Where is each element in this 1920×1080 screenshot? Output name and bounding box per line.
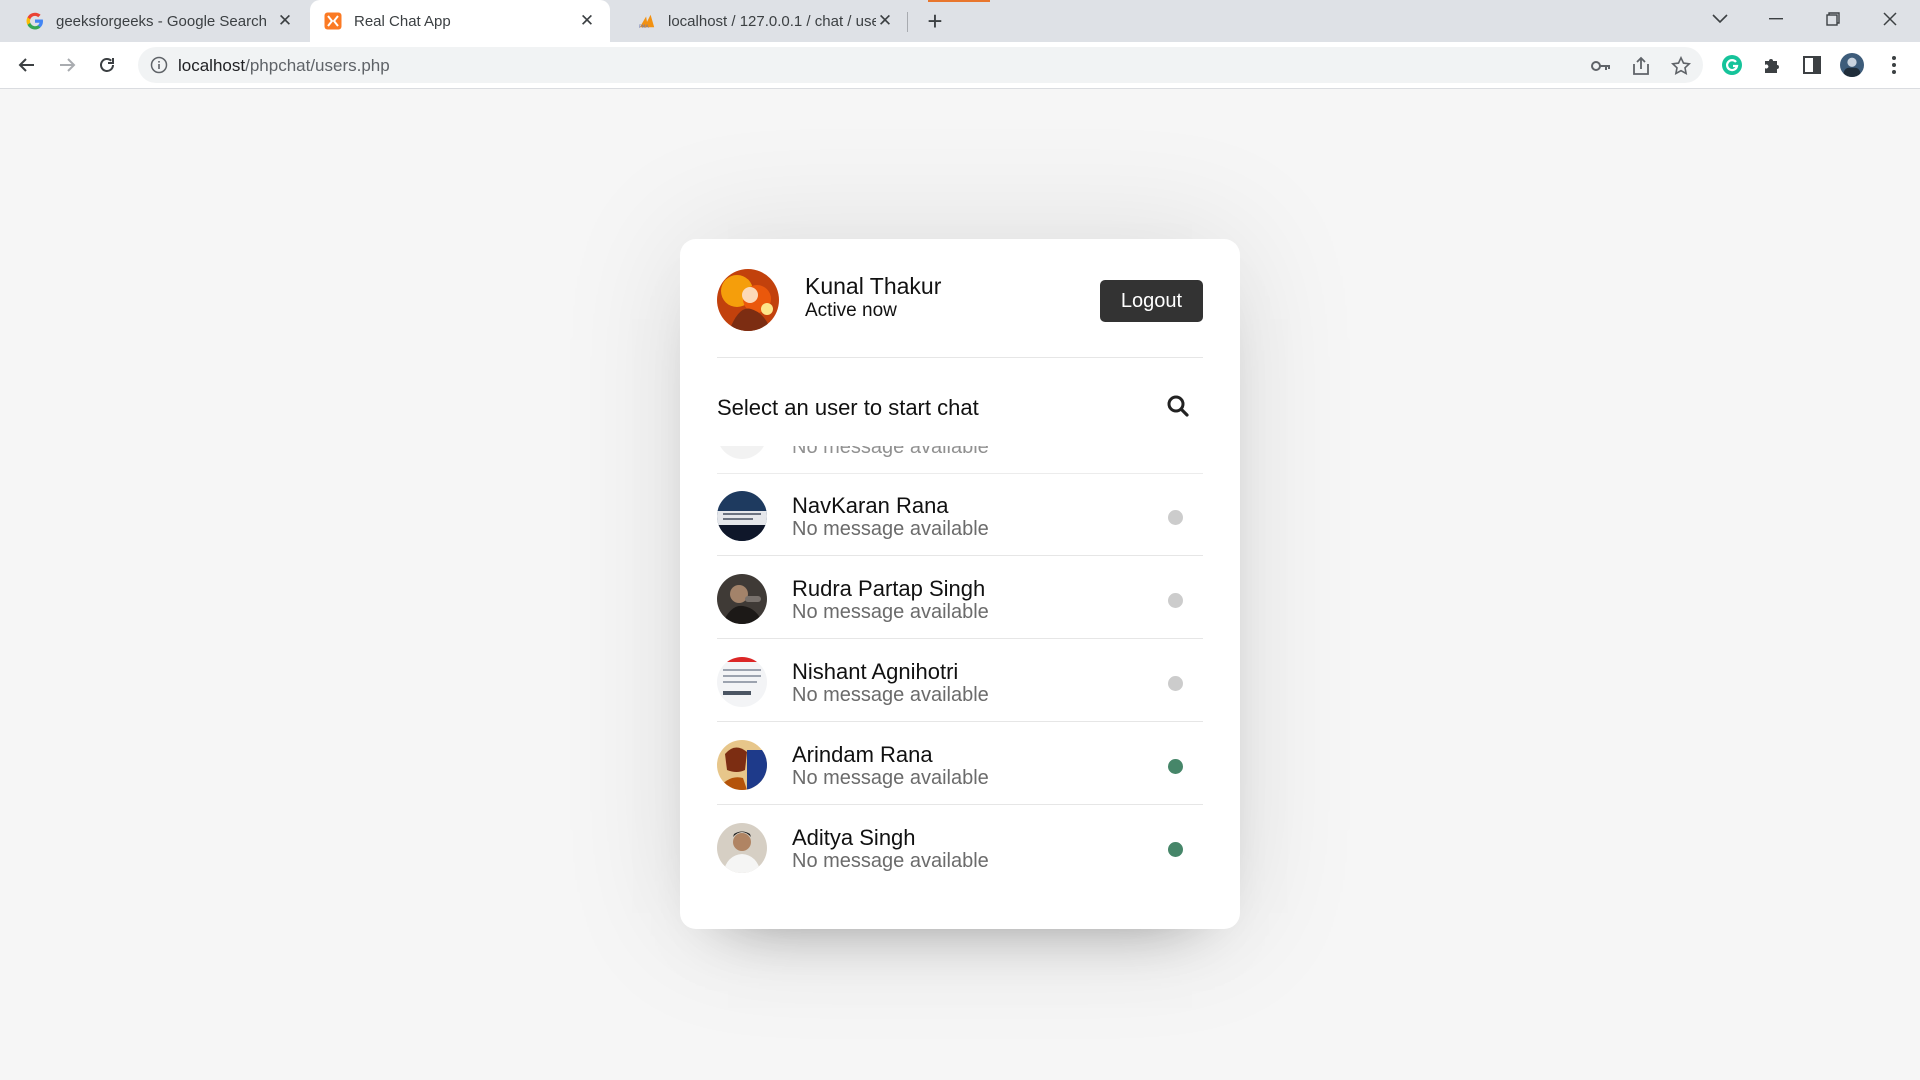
url-path: /phpchat/users.php xyxy=(245,56,390,75)
close-icon xyxy=(1883,12,1897,26)
reload-button[interactable] xyxy=(94,52,120,78)
tab-separator xyxy=(907,12,908,32)
user-avatar xyxy=(717,574,767,624)
current-user-status: Active now xyxy=(805,300,897,321)
tab-title: Real Chat App xyxy=(354,12,451,30)
tab-title: geeksforgeeks - Google Search xyxy=(56,12,267,30)
xampp-icon xyxy=(324,12,342,30)
browser-tab-phpmyadmin[interactable]: PMA localhost / 127.0.0.1 / chat / user … xyxy=(612,0,908,42)
key-icon[interactable] xyxy=(1591,56,1611,76)
extensions-puzzle-icon[interactable] xyxy=(1760,53,1784,77)
user-last-message: No message available xyxy=(792,446,989,458)
user-last-message: No message available xyxy=(792,767,989,789)
user-name: Arindam Rana xyxy=(792,742,933,767)
user-avatar xyxy=(717,823,767,873)
close-icon[interactable]: ✕ xyxy=(578,11,596,30)
current-user-avatar xyxy=(717,269,779,331)
browser-toolbar: localhost/phpchat/users.php xyxy=(0,42,1920,89)
close-window-button[interactable] xyxy=(1867,0,1913,38)
user-avatar xyxy=(717,740,767,790)
user-name: NavKaran Rana xyxy=(792,493,949,518)
close-icon[interactable]: ✕ xyxy=(276,11,294,30)
online-status-dot xyxy=(1168,759,1183,774)
new-tab-button[interactable]: + xyxy=(922,8,948,35)
side-panel-icon[interactable] xyxy=(1800,53,1824,77)
user-list-item[interactable]: Aditya Singh No message available xyxy=(717,805,1203,887)
tab-title: localhost / 127.0.0.1 / chat / user xyxy=(668,12,876,30)
share-icon[interactable] xyxy=(1631,56,1651,76)
profile-avatar-icon[interactable] xyxy=(1840,53,1864,77)
chevron-down-icon xyxy=(1712,14,1728,24)
tab-search-button[interactable] xyxy=(1697,0,1743,38)
current-user-header: Kunal Thakur Active now Logout xyxy=(717,269,1203,358)
search-bar: Select an user to start chat xyxy=(717,387,1203,427)
logout-button[interactable]: Logout xyxy=(1100,280,1203,322)
forward-arrow-icon xyxy=(60,58,76,72)
user-list-item[interactable]: No message available xyxy=(717,446,1203,474)
browser-tab-real-chat-app[interactable]: Real Chat App ✕ xyxy=(310,0,610,42)
browser-tab-google[interactable]: geeksforgeeks - Google Search ✕ xyxy=(0,0,308,42)
user-name: Nishant Agnihotri xyxy=(792,659,959,684)
minimize-icon xyxy=(1769,18,1783,20)
back-arrow-icon xyxy=(18,58,34,72)
grammarly-icon[interactable] xyxy=(1720,53,1744,77)
user-list-item[interactable]: Arindam Rana No message available xyxy=(717,722,1203,805)
user-name: Aditya Singh xyxy=(792,825,916,850)
user-avatar xyxy=(717,657,767,707)
user-name: Rudra Partap Singh xyxy=(792,576,986,601)
loading-indicator xyxy=(928,0,990,2)
user-last-message: No message available xyxy=(792,684,989,706)
reload-icon xyxy=(100,58,114,72)
browser-tab-strip: geeksforgeeks - Google Search ✕ Real Cha… xyxy=(0,0,1920,42)
user-last-message: No message available xyxy=(792,850,989,872)
user-list-item[interactable]: Rudra Partap Singh No message available xyxy=(717,556,1203,639)
user-avatar xyxy=(717,446,767,459)
close-icon[interactable]: ✕ xyxy=(876,11,894,30)
user-list-item[interactable]: Nishant Agnihotri No message available xyxy=(717,639,1203,722)
current-user-name: Kunal Thakur xyxy=(805,273,942,299)
kebab-menu-icon[interactable] xyxy=(1882,53,1906,77)
online-status-dot xyxy=(1168,842,1183,857)
back-button[interactable] xyxy=(14,52,40,78)
offline-status-dot xyxy=(1168,593,1183,608)
bookmark-star-icon[interactable] xyxy=(1671,56,1691,76)
user-last-message: No message available xyxy=(792,518,989,540)
restore-icon xyxy=(1826,12,1840,26)
forward-button[interactable] xyxy=(54,52,80,78)
user-list-item[interactable]: NavKaran Rana No message available xyxy=(717,473,1203,556)
users-list: No message available NavKaran Rana No me… xyxy=(717,446,1203,906)
user-last-message: No message available xyxy=(792,601,989,623)
phpmyadmin-icon: PMA xyxy=(638,12,656,30)
search-button[interactable] xyxy=(1163,391,1193,421)
offline-status-dot xyxy=(1168,510,1183,525)
url-text: localhost/phpchat/users.php xyxy=(178,56,390,76)
svg-text:PMA: PMA xyxy=(639,24,650,30)
google-icon xyxy=(26,12,44,30)
url-host: localhost xyxy=(178,56,246,75)
site-info-icon[interactable] xyxy=(150,56,168,74)
search-prompt: Select an user to start chat xyxy=(717,395,979,420)
address-bar[interactable]: localhost/phpchat/users.php xyxy=(138,47,1703,83)
user-avatar xyxy=(717,491,767,541)
chat-users-card: Kunal Thakur Active now Logout Select an… xyxy=(680,239,1240,929)
minimize-button[interactable] xyxy=(1753,0,1799,38)
search-icon xyxy=(1167,395,1189,417)
restore-button[interactable] xyxy=(1810,0,1856,38)
offline-status-dot xyxy=(1168,676,1183,691)
